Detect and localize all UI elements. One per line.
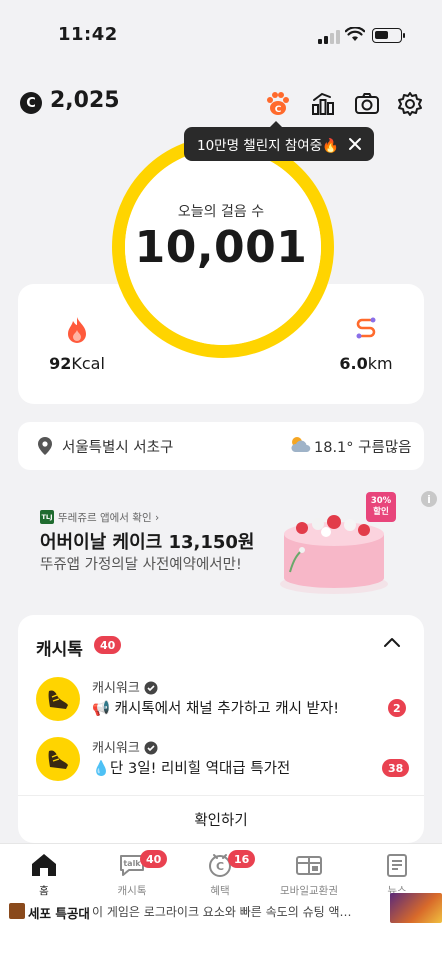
status-time: 11:42 xyxy=(58,24,118,45)
coin-amount[interactable]: 2,025 xyxy=(50,88,120,113)
distance-unit: km xyxy=(367,354,393,373)
ad-source[interactable]: 뚜레쥬르 앱에서 확인 › xyxy=(58,510,159,525)
tab-label: 모바일교환권 xyxy=(280,885,338,897)
unread-count-badge: 38 xyxy=(382,759,410,777)
location-pin-icon xyxy=(38,437,52,455)
flame-icon xyxy=(68,317,86,343)
svg-text:C: C xyxy=(275,105,282,115)
message-text: 💧단 3일! 리비힐 역대급 특가전 xyxy=(92,761,291,777)
calorie-unit: Kcal xyxy=(71,354,105,373)
ad-title: 어버이날 케이크 13,150원 xyxy=(40,532,255,553)
chevron-up-icon[interactable] xyxy=(382,633,402,653)
paw-icon[interactable]: C xyxy=(264,90,292,118)
verified-icon xyxy=(144,741,158,755)
tab-label: 홈 xyxy=(39,885,49,897)
tab-label: 혜택 xyxy=(210,885,230,897)
list-item[interactable]: 캐시워크 💧단 3일! 리비힐 역대급 특가전 38 xyxy=(18,737,424,797)
status-bar: 11:42 xyxy=(0,0,442,70)
verified-icon xyxy=(144,681,158,695)
chart-icon[interactable] xyxy=(309,90,337,118)
game-icon xyxy=(9,903,25,919)
distance-stat: 6.0km xyxy=(306,316,426,373)
shoe-icon xyxy=(48,690,68,709)
list-item[interactable]: 캐시워크 📢 캐시톡에서 채널 추가하고 캐시 받자! 2 xyxy=(18,677,424,737)
signal-icon xyxy=(318,30,340,44)
tab-news[interactable]: 뉴스 xyxy=(353,850,441,898)
home-icon xyxy=(32,854,56,876)
challenge-tooltip[interactable]: 10만명 챌린지 참여중🔥 xyxy=(184,121,374,161)
avatar xyxy=(36,737,80,781)
tlj-logo: TLJ xyxy=(40,510,54,524)
avatar xyxy=(36,677,80,721)
camera-icon[interactable] xyxy=(353,90,381,118)
bottom-tab-bar: 홈 talk 40 캐시톡 C 16 혜택 모바일교환권 뉴스 xyxy=(0,843,442,901)
cloudy-weather-icon xyxy=(291,437,311,452)
shoe-icon xyxy=(48,750,68,769)
tab-badge: 40 xyxy=(140,850,168,868)
ticker-text: 이 게임은 로그라이크 요소와 빠른 속도의 슈팅 액션이... xyxy=(92,905,362,919)
route-icon xyxy=(356,317,376,339)
game-thumbnail[interactable] xyxy=(390,893,442,923)
ticker-title: 세포 특공대 xyxy=(28,906,90,921)
step-label: 오늘의 걸음 수 xyxy=(177,204,265,220)
weather-text: 18.1° 구름많음 xyxy=(314,440,412,456)
tooltip-text: 10만명 챌린지 참여중🔥 xyxy=(197,138,339,154)
message-sender: 캐시워크 xyxy=(92,677,158,696)
location-text: 서울특별시 서초구 xyxy=(62,440,174,456)
ad-subtitle: 뚜쥬앱 가정의달 사전예약에서만! xyxy=(40,557,242,573)
step-count[interactable]: 10,001 xyxy=(0,222,442,273)
cashtalk-count-badge: 40 xyxy=(94,636,122,654)
cashtalk-title: 캐시톡 xyxy=(36,640,83,660)
wifi-icon xyxy=(345,27,365,41)
discount-badge: 30% 할인 xyxy=(366,492,396,522)
confirm-button[interactable]: 확인하기 xyxy=(18,796,424,842)
calorie-value: 92 xyxy=(49,354,72,373)
tab-label: 캐시톡 xyxy=(117,885,147,897)
battery-icon xyxy=(372,28,405,43)
message-sender: 캐시워크 xyxy=(92,737,158,756)
tab-benefits[interactable]: C 16 혜택 xyxy=(176,850,264,898)
ad-info-icon[interactable]: i xyxy=(421,491,437,507)
news-icon xyxy=(387,854,407,877)
tab-badge: 16 xyxy=(228,850,256,868)
svg-text:talk: talk xyxy=(123,859,141,868)
discount-label: 할인 xyxy=(373,507,389,517)
distance-value: 6.0 xyxy=(339,354,368,373)
tab-home[interactable]: 홈 xyxy=(0,850,88,898)
ad-ticker[interactable]: 세포 특공대 이 게임은 로그라이크 요소와 빠른 속도의 슈팅 액션이... xyxy=(0,901,442,960)
calorie-stat: 92Kcal xyxy=(17,316,137,373)
unread-count-badge: 2 xyxy=(388,699,406,717)
tab-cashtalk[interactable]: talk 40 캐시톡 xyxy=(88,850,176,898)
location-card[interactable]: 서울특별시 서초구 18.1° 구름많음 xyxy=(18,422,424,470)
voucher-icon xyxy=(296,856,322,875)
message-text: 📢 캐시톡에서 채널 추가하고 캐시 받자! xyxy=(92,701,340,717)
svg-text:C: C xyxy=(216,860,224,873)
header: C 2,025 C xyxy=(0,86,442,122)
cashtalk-card: 캐시톡 40 캐시워크 📢 캐시톡에서 채널 추가하고 캐시 받자! 2 캐시워… xyxy=(18,615,424,843)
settings-icon[interactable] xyxy=(396,90,424,118)
coin-icon: C xyxy=(20,92,42,114)
discount-percent: 30% xyxy=(370,496,392,506)
close-icon[interactable] xyxy=(346,135,364,153)
tab-mobile-voucher[interactable]: 모바일교환권 xyxy=(265,850,353,898)
